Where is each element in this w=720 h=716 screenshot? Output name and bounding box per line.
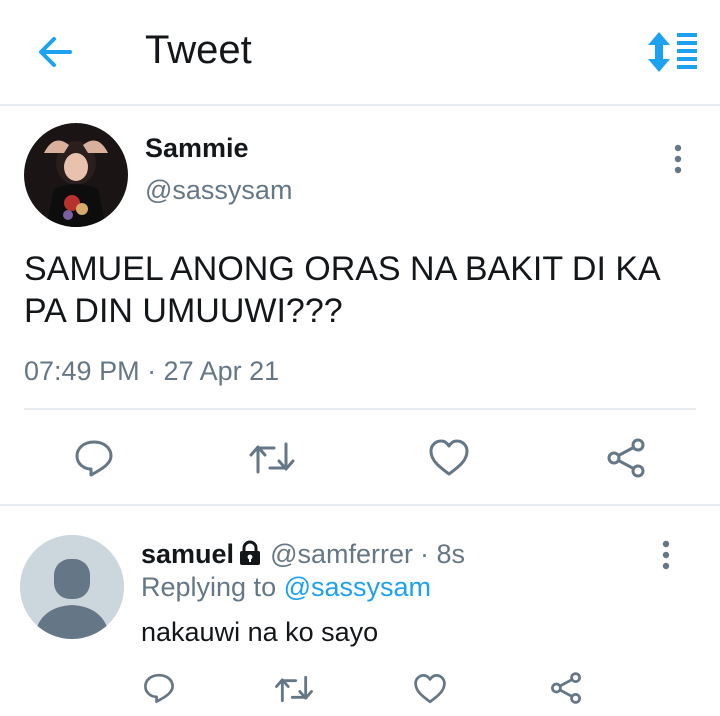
author-handle[interactable]: @sassysam — [145, 175, 292, 206]
reply-share-icon[interactable] — [549, 672, 583, 709]
page-title: Tweet — [145, 28, 252, 72]
lock-icon — [238, 540, 262, 573]
reply-text: nakauwi na ko sayo — [141, 617, 379, 647]
more-options-icon[interactable] — [668, 142, 688, 176]
reply-reply-icon[interactable] — [143, 672, 175, 709]
arrow-left-icon[interactable] — [34, 30, 78, 74]
replying-to: Replying to @sassysam — [141, 572, 431, 603]
share-icon[interactable] — [605, 438, 647, 483]
replying-to-link[interactable]: @sassysam — [284, 572, 431, 602]
divider — [24, 408, 696, 410]
author-name[interactable]: Sammie — [145, 133, 249, 164]
reply-author-handle[interactable]: @samferrer — [270, 539, 413, 569]
reply-time: · 8s — [420, 539, 466, 569]
tweet-timestamp: 07:49 PM · 27 Apr 21 — [24, 356, 280, 386]
reply-like-icon[interactable] — [413, 673, 447, 710]
retweet-icon[interactable] — [248, 440, 296, 481]
sort-list-icon[interactable] — [646, 30, 698, 74]
reply-author-name[interactable]: samuel — [141, 539, 234, 569]
reply-more-options-icon[interactable] — [656, 538, 676, 572]
tweet-text: SAMUEL ANONG ORAS NA BAKIT DI KA PA DIN … — [24, 250, 659, 330]
section-divider — [0, 504, 720, 506]
reply-icon[interactable] — [74, 438, 114, 483]
like-icon[interactable] — [428, 438, 470, 483]
top-bar: Tweet — [0, 0, 720, 106]
reply-retweet-icon[interactable] — [274, 674, 314, 709]
reply-header: samuel @samferrer · 8s — [141, 539, 465, 573]
avatar[interactable] — [24, 123, 128, 227]
default-avatar-icon[interactable] — [20, 535, 124, 639]
replying-to-label: Replying to — [141, 572, 284, 602]
